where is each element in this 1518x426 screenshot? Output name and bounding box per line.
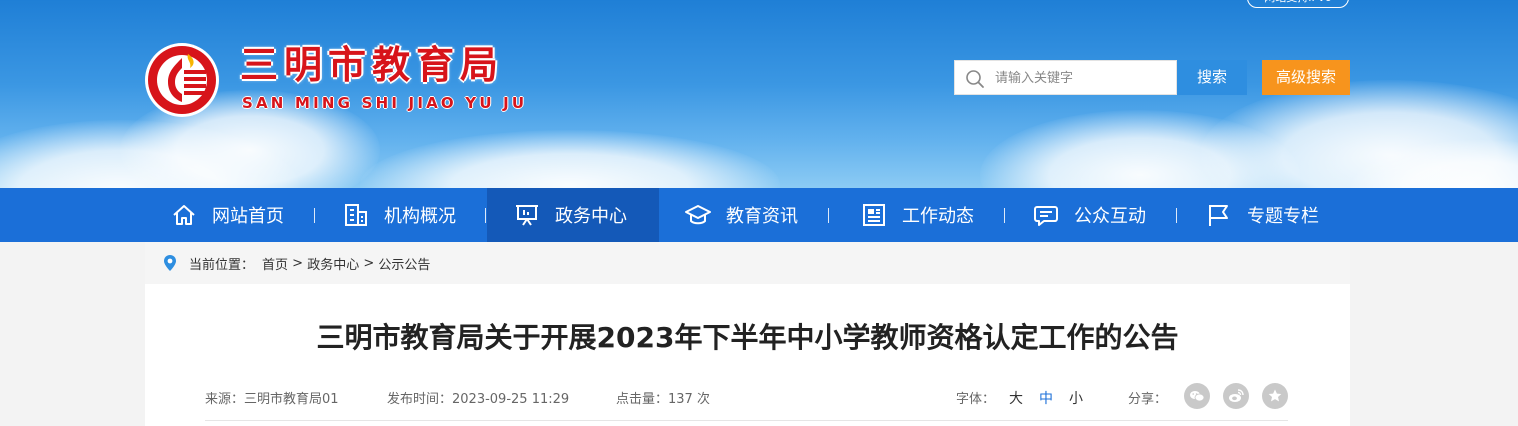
- nav-item-government-center[interactable]: 政务中心: [487, 188, 659, 242]
- nav-label: 政务中心: [555, 206, 627, 227]
- weibo-icon[interactable]: [1223, 383, 1249, 409]
- share-label: 分享：: [1128, 392, 1168, 407]
- main-nav: 网站首页 机构概况 政务中心 教育资讯 工作动态 公众互动 专题专栏: [0, 188, 1518, 242]
- cloud-decoration: [360, 130, 780, 188]
- star-glyph: [1268, 389, 1282, 402]
- article-title: 三明市教育局关于开展2023年下半年中小学教师资格认定工作的公告: [316, 321, 1179, 354]
- clicks-label: 点击量：: [616, 392, 669, 407]
- wechat-glyph: [1190, 391, 1205, 402]
- nav-item-special-topics[interactable]: 专题专栏: [1205, 188, 1345, 242]
- site-title: 三明市教育局: [240, 43, 505, 87]
- font-size-large[interactable]: 大: [1009, 388, 1023, 408]
- time-label: 发布时间：: [387, 392, 453, 407]
- site-pinyin: SAN MING SHI JIAO YU JU: [242, 94, 528, 112]
- breadcrumb-separator: >: [288, 255, 308, 271]
- nav-divider: [314, 208, 315, 223]
- article-source: 来源：三明市教育局01: [205, 388, 339, 407]
- building-icon: [345, 204, 367, 226]
- nav-item-education-news[interactable]: 教育资讯: [684, 188, 824, 242]
- nav-item-work-updates[interactable]: 工作动态: [860, 188, 1000, 242]
- nav-label: 教育资讯: [726, 206, 798, 227]
- wechat-icon[interactable]: [1184, 383, 1210, 409]
- nav-divider: [485, 208, 486, 223]
- favorite-icon[interactable]: [1262, 383, 1288, 409]
- nav-item-organization[interactable]: 机构概况: [342, 188, 482, 242]
- article-click-count: 点击量：137 次: [616, 388, 710, 407]
- nav-label: 网站首页: [212, 206, 284, 227]
- nav-item-public-interaction[interactable]: 公众互动: [1032, 188, 1172, 242]
- ipv6-badge: 网站支持IPv6: [1247, 0, 1349, 8]
- advanced-search-button[interactable]: 高级搜索: [1262, 60, 1350, 95]
- font-size-label: 字体：: [956, 392, 996, 407]
- breadcrumb-link-home[interactable]: 首页: [262, 254, 288, 273]
- nav-label: 专题专栏: [1247, 206, 1319, 227]
- clicks-value: 137 次: [668, 392, 710, 407]
- source-label: 来源：: [205, 392, 245, 407]
- nav-label: 工作动态: [902, 206, 974, 227]
- header-banner: 网站支持IPv6 三明市教育局 SAN MING SHI JIAO YU JU …: [0, 0, 1518, 188]
- nav-item-home[interactable]: 网站首页: [170, 188, 310, 242]
- breadcrumb-link-announcements[interactable]: 公示公告: [378, 254, 430, 273]
- graduation-cap-icon: [685, 205, 711, 225]
- search-button[interactable]: 搜索: [1177, 60, 1247, 95]
- nav-divider: [828, 208, 829, 223]
- weibo-glyph: [1229, 389, 1244, 402]
- site-logo: [145, 43, 219, 117]
- font-size-small[interactable]: 小: [1069, 388, 1083, 408]
- breadcrumb-prefix: 当前位置：: [189, 257, 255, 273]
- search-input[interactable]: [995, 65, 1171, 91]
- presentation-icon: [516, 205, 538, 226]
- home-icon: [173, 205, 195, 225]
- breadcrumb: 当前位置： 首页 > 政务中心 > 公示公告: [145, 242, 1350, 284]
- search-icon: [966, 70, 984, 88]
- location-pin-icon: [164, 255, 176, 271]
- nav-divider: [1176, 208, 1177, 223]
- newspaper-icon: [863, 204, 885, 226]
- article-publish-time: 发布时间：2023-09-25 11:29: [387, 388, 569, 407]
- breadcrumb-separator: >: [359, 255, 379, 271]
- meta-divider: [205, 420, 1288, 421]
- breadcrumb-link-government-center[interactable]: 政务中心: [307, 254, 359, 273]
- font-size-medium[interactable]: 中: [1039, 388, 1053, 408]
- flag-icon: [1209, 205, 1228, 226]
- source-value: 三明市教育局01: [244, 392, 339, 407]
- time-value: 2023-09-25 11:29: [452, 392, 570, 407]
- chat-icon: [1034, 206, 1058, 226]
- nav-label: 公众互动: [1074, 206, 1146, 227]
- nav-label: 机构概况: [384, 206, 456, 227]
- search-box: [954, 60, 1177, 95]
- nav-divider: [1004, 208, 1005, 223]
- article-container: 当前位置： 首页 > 政务中心 > 公示公告 三明市教育局关于开展2023年下半…: [145, 242, 1350, 426]
